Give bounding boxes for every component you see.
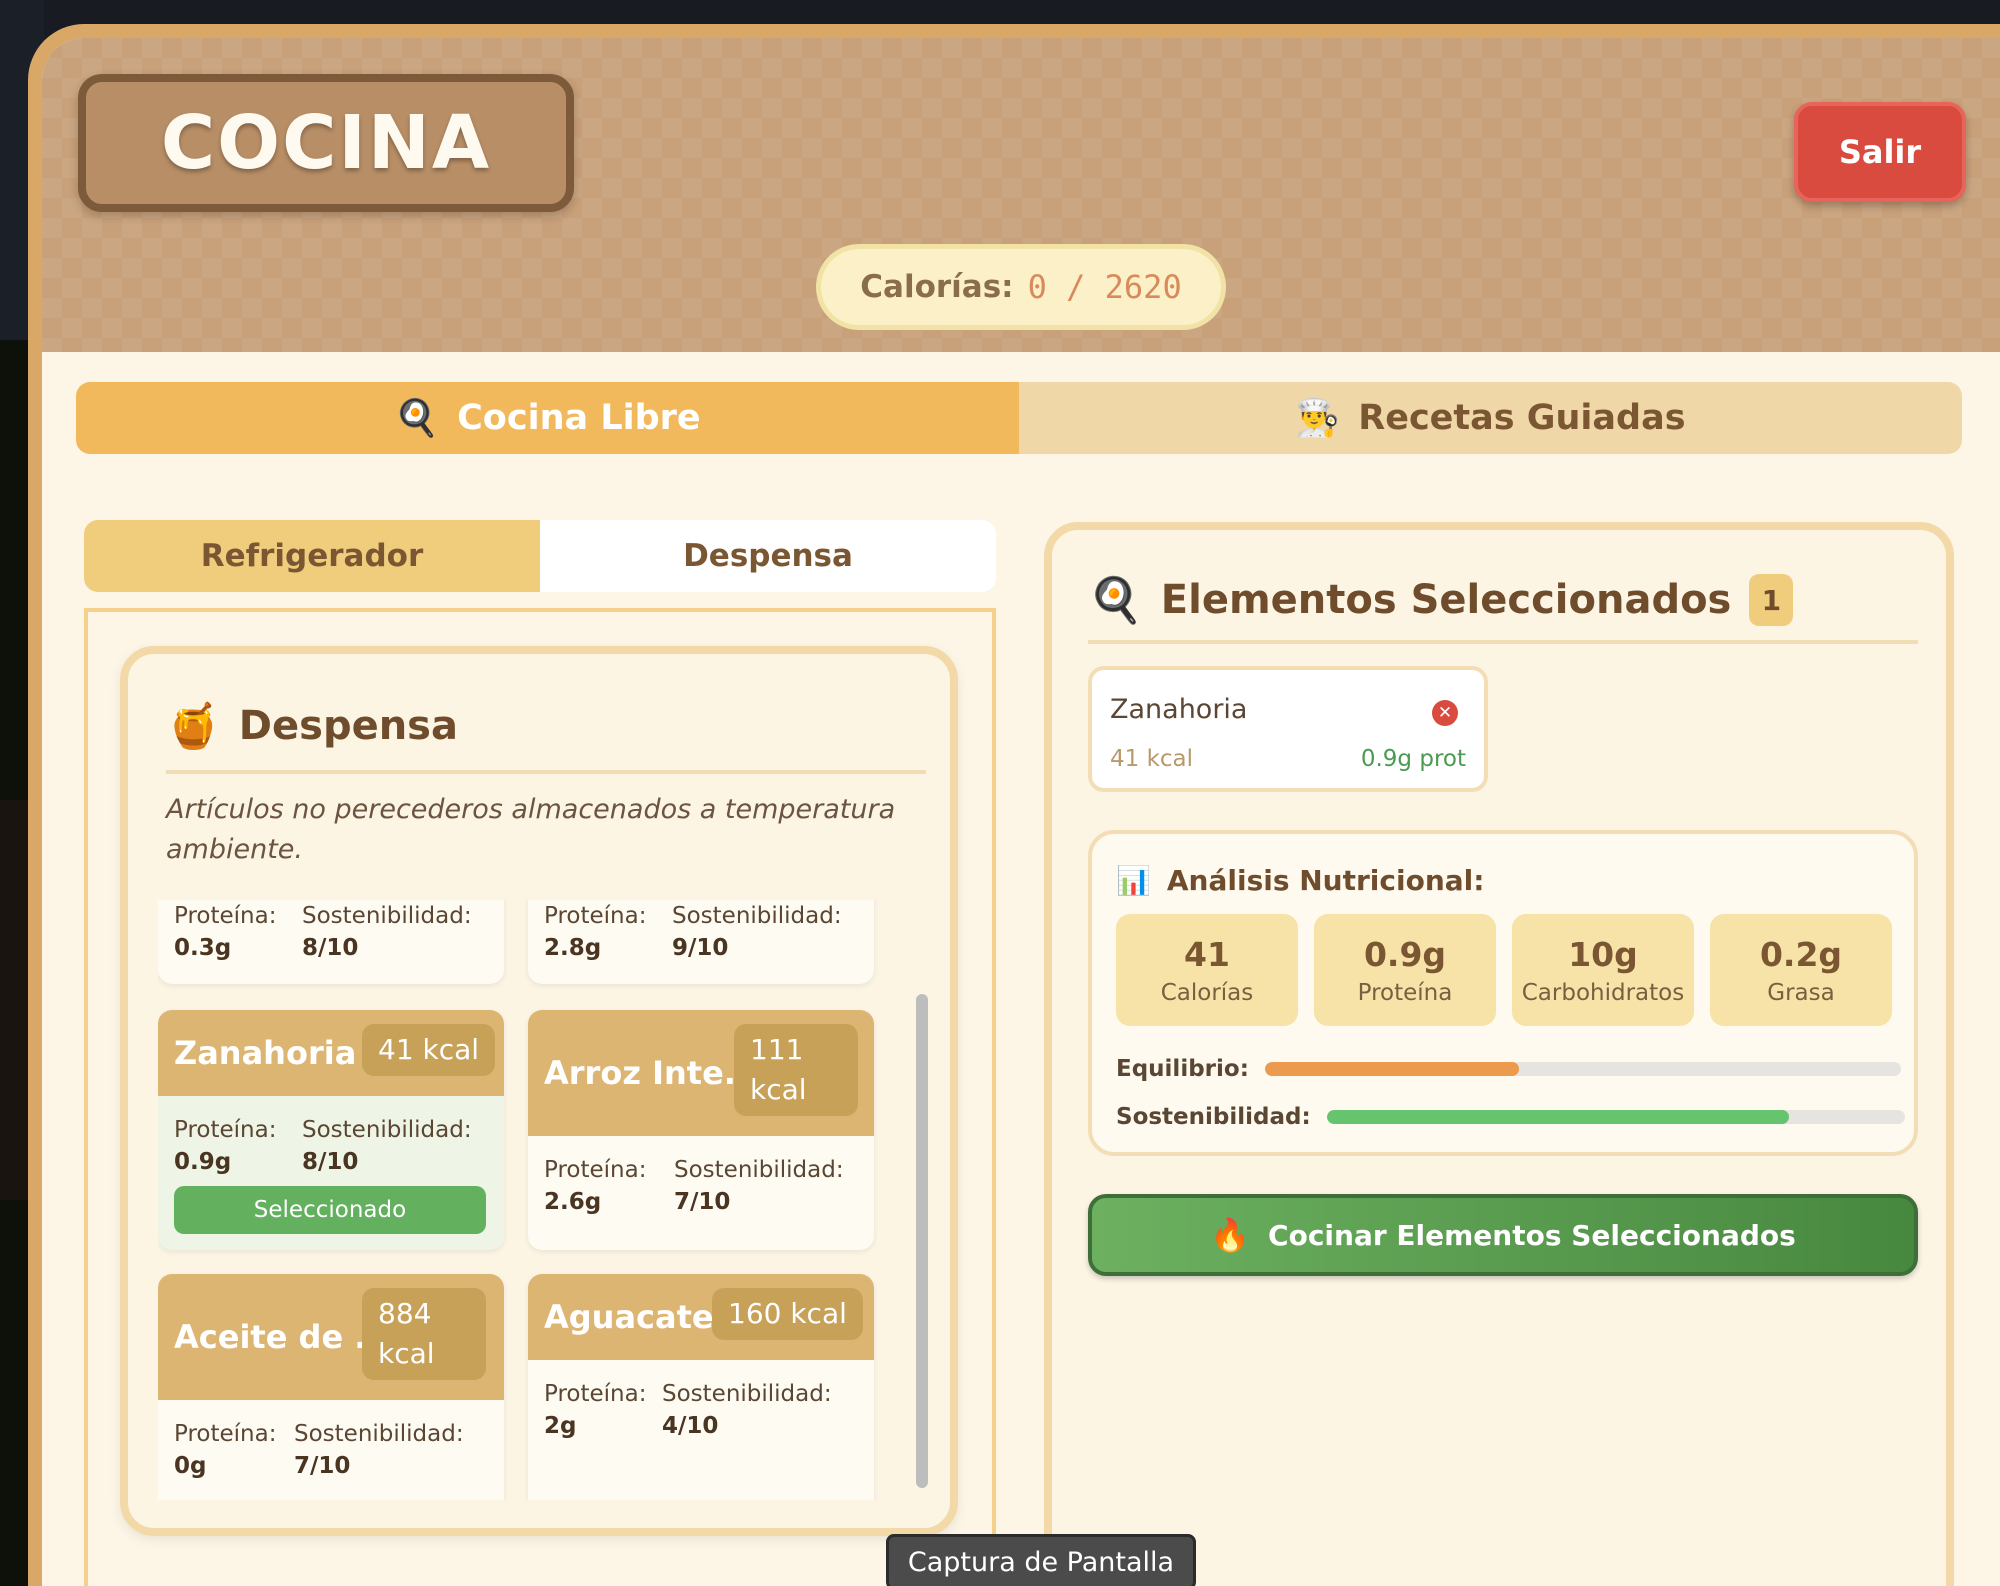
divider (166, 770, 926, 774)
protein-stat: Proteína: 0.9g (174, 1117, 277, 1175)
sustainability-row: Sostenibilidad: (1116, 1104, 1905, 1130)
selected-item-kcal: 41 kcal (1110, 746, 1194, 772)
cook-button-label: Cocinar Elementos Seleccionados (1268, 1218, 1796, 1252)
title-box: COCINA (78, 74, 574, 212)
selected-item-protein: 0.9g prot (1360, 746, 1466, 772)
scrollbar-thumb[interactable] (916, 994, 928, 1488)
screenshot-tooltip: Captura de Pantalla (886, 1534, 1196, 1586)
tab-cocina-libre[interactable]: 🍳 Cocina Libre (76, 382, 1019, 454)
nutrition-title-text: Análisis Nutricional: (1166, 864, 1485, 897)
food-card-header: Aguacate 160 kcal (528, 1274, 874, 1360)
frying-pan-icon: 🍳 (394, 398, 440, 439)
food-card[interactable]: Proteína: 0.3g Sostenibilidad: 8/10 (158, 900, 504, 984)
bar-chart-icon: 📊 (1116, 864, 1151, 897)
nutrition-title: 📊 Análisis Nutricional: (1116, 864, 1484, 897)
sustainability-bar (1326, 1110, 1905, 1124)
tile-label: Proteína (1357, 979, 1453, 1006)
mode-tabs: 🍳 Cocina Libre 👨‍🍳 Recetas Guiadas (76, 382, 1962, 454)
count-badge: 1 (1749, 574, 1794, 626)
pantry-header: 🍯 Despensa (166, 700, 458, 752)
food-grid[interactable]: Proteína: 0.3g Sostenibilidad: 8/10 Proteí… (158, 900, 894, 1500)
selected-panel: 🍳 Elementos Seleccionados 1 Zanahoria ✕ … (1044, 522, 1954, 1586)
food-name: Arroz Inte... (544, 1054, 761, 1092)
food-card-aceite[interactable]: Aceite de ... 884 kcal Proteína: 0g Soste… (158, 1274, 504, 1500)
tab-label: Recetas Guiadas (1358, 398, 1686, 438)
kcal-badge: 41 kcal (362, 1024, 496, 1076)
selected-item: Zanahoria ✕ 41 kcal 0.9g prot (1088, 666, 1488, 792)
food-card-zanahoria[interactable]: Zanahoria 41 kcal Proteína: 0.9g Sostenib… (158, 1010, 504, 1250)
sustainability-bar-fill (1326, 1110, 1790, 1124)
tile-value: 41 (1184, 934, 1230, 974)
storage-tabs: Refrigerador Despensa (84, 520, 996, 592)
pantry-title: Despensa (238, 703, 458, 749)
tile-label: Carbohidratos (1521, 979, 1685, 1006)
sustainability-stat: Sostenibilidad: 9/10 (672, 903, 842, 961)
tab-recetas-guiadas[interactable]: 👨‍🍳 Recetas Guiadas (1019, 382, 1962, 454)
exit-button[interactable]: Salir (1794, 102, 1966, 202)
calorie-value: 0 / 2620 (1027, 268, 1182, 306)
tile-value: 0.9g (1363, 934, 1447, 974)
pantry-description: Artículos no perecederos almacenados a t… (166, 794, 896, 865)
selected-header: 🍳 Elementos Seleccionados 1 (1088, 574, 1794, 626)
protein-stat: Proteína: 2.6g (544, 1157, 647, 1215)
tab-label: Cocina Libre (457, 398, 701, 438)
cook-button[interactable]: 🔥 Cocinar Elementos Seleccionados (1088, 1194, 1918, 1276)
sustainability-stat: Sostenibilidad: 8/10 (302, 903, 472, 961)
tile-value: 0.2g (1759, 934, 1843, 974)
tile-label: Calorías (1160, 979, 1254, 1006)
selected-button[interactable]: Seleccionado (174, 1186, 486, 1234)
calorie-label: Calorías: (860, 269, 1014, 305)
protein-stat: Proteína: 2.8g (544, 903, 647, 961)
calorie-counter: Calorías: 0 / 2620 (816, 244, 1226, 330)
food-name: Aceite de ... (174, 1318, 391, 1356)
protein-stat: Proteína: 2g (544, 1381, 647, 1439)
nutrition-tiles: 41 Calorías 0.9g Proteína 10g Carbohidra… (1116, 914, 1892, 1026)
kcal-badge: 884 kcal (362, 1288, 486, 1380)
food-name: Aguacate (544, 1298, 714, 1336)
selected-title: Elementos Seleccionados (1160, 577, 1732, 623)
sustainability-stat: Sostenibilidad: 4/10 (662, 1381, 832, 1439)
tile-value: 10g (1568, 934, 1638, 974)
chef-icon: 👨‍🍳 (1295, 398, 1341, 439)
nutrition-analysis: 📊 Análisis Nutricional: 41 Calorías 0.9g… (1088, 830, 1918, 1156)
scrollbar[interactable] (912, 900, 930, 1500)
food-name: Zanahoria (174, 1034, 357, 1072)
food-card[interactable]: Proteína: 2.8g Sostenibilidad: 9/10 (528, 900, 874, 984)
honey-pot-icon: 🍯 (166, 701, 221, 752)
selected-item-name: Zanahoria (1110, 694, 1248, 725)
page-title: COCINA (160, 100, 492, 186)
tab-refrigerador[interactable]: Refrigerador (84, 520, 540, 592)
balance-row: Equilibrio: (1116, 1056, 1901, 1082)
divider (1088, 640, 1918, 644)
food-card-header: Aceite de ... 884 kcal (158, 1274, 504, 1400)
kcal-badge: 111 kcal (734, 1024, 858, 1116)
tile-calories: 41 Calorías (1116, 914, 1298, 1026)
sustainability-label: Sostenibilidad: (1116, 1104, 1311, 1130)
food-card-header: Arroz Inte... 111 kcal (528, 1010, 874, 1136)
protein-stat: Proteína: 0g (174, 1421, 277, 1479)
balance-label: Equilibrio: (1116, 1056, 1249, 1082)
sustainability-stat: Sostenibilidad: 7/10 (294, 1421, 464, 1479)
fire-icon: 🔥 (1210, 1216, 1251, 1254)
food-card-aguacate[interactable]: Aguacate 160 kcal Proteína: 2g Sostenibil… (528, 1274, 874, 1500)
sustainability-stat: Sostenibilidad: 8/10 (302, 1117, 472, 1175)
kcal-badge: 160 kcal (712, 1288, 863, 1340)
remove-icon[interactable]: ✕ (1432, 700, 1458, 726)
tile-label: Grasa (1767, 979, 1835, 1006)
frying-pan-icon: 🍳 (1088, 575, 1143, 626)
food-card-arroz[interactable]: Arroz Inte... 111 kcal Proteína: 2.6g Sos… (528, 1010, 874, 1250)
balance-bar-fill (1264, 1062, 1520, 1076)
protein-stat: Proteína: 0.3g (174, 903, 277, 961)
balance-bar (1264, 1062, 1901, 1076)
food-card-header: Zanahoria 41 kcal (158, 1010, 504, 1096)
tile-carbs: 10g Carbohidratos (1512, 914, 1694, 1026)
tab-despensa[interactable]: Despensa (540, 520, 996, 592)
header: COCINA Salir Calorías: 0 / 2620 (42, 38, 2000, 352)
pantry-panel: 🍯 Despensa Artículos no perecederos alma… (120, 646, 958, 1536)
tile-protein: 0.9g Proteína (1314, 914, 1496, 1026)
tile-fat: 0.2g Grasa (1710, 914, 1892, 1026)
sustainability-stat: Sostenibilidad: 7/10 (674, 1157, 844, 1215)
